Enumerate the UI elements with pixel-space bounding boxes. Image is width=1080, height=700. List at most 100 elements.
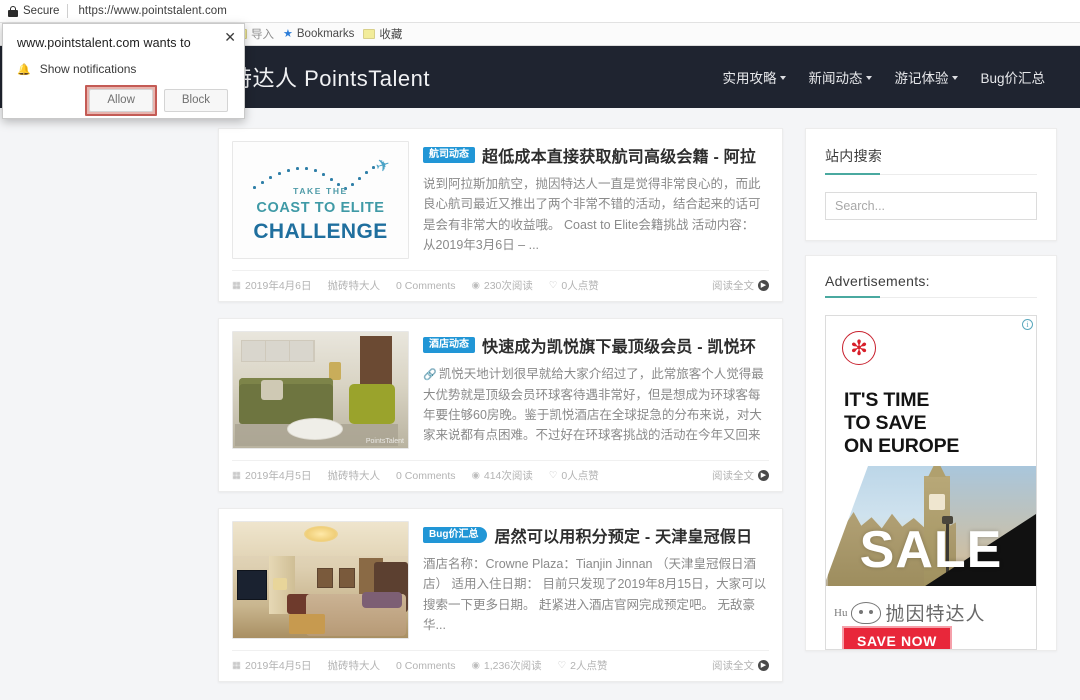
meta-views-label: 1,236次阅读 bbox=[483, 660, 542, 672]
bookmark-item-favorites[interactable]: 收藏 bbox=[363, 26, 402, 42]
meta-comments-label: 0 Comments bbox=[396, 469, 456, 482]
eye-icon: ◉ bbox=[471, 279, 480, 291]
url-text[interactable]: https://www.pointstalent.com bbox=[78, 5, 227, 17]
meta-views: ◉ 414次阅读 bbox=[472, 468, 533, 483]
read-more-link[interactable]: 阅读全文 ▶ bbox=[712, 468, 769, 483]
nav-item-bug-fares[interactable]: Bug价汇总 bbox=[980, 67, 1045, 87]
popup-actions: Allow Block bbox=[17, 85, 230, 116]
nav-item-practical-guides[interactable]: 实用攻略 bbox=[722, 67, 787, 87]
meta-date-label: 2019年4月6日 bbox=[244, 280, 312, 292]
lock-icon bbox=[8, 5, 18, 17]
article-main: ✈ TAKE THE COAST TO ELITE CHALLENGE 航司动态… bbox=[232, 141, 769, 259]
search-input[interactable] bbox=[825, 192, 1037, 220]
cushion-decor bbox=[261, 380, 283, 400]
meta-date-label: 2019年4月5日 bbox=[244, 660, 312, 672]
read-more-label: 阅读全文 bbox=[712, 470, 754, 482]
browser-address-bar[interactable]: Secure https://www.pointstalent.com bbox=[0, 0, 1080, 23]
chevron-down-icon bbox=[780, 76, 787, 80]
article-thumbnail[interactable]: PointsTalent bbox=[232, 331, 409, 449]
ad-sale-text: SALE bbox=[859, 521, 1003, 579]
article-excerpt: 🔗 凯悦天地计划很早就给大家介绍过了，此常旅客个人觉得最大优势就是顶级会员环球客待… bbox=[423, 364, 769, 446]
save-now-button[interactable]: SAVE NOW bbox=[842, 626, 952, 649]
category-badge[interactable]: Bug价汇总 bbox=[423, 527, 488, 543]
ad-headline-line2: TO SAVE bbox=[844, 411, 927, 434]
thumbnail-line1: TAKE THE bbox=[293, 186, 348, 196]
category-badge[interactable]: 酒店动态 bbox=[423, 337, 475, 353]
popup-heading: www.pointstalent.com wants to bbox=[17, 36, 191, 50]
bookmark-label: Bookmarks bbox=[296, 28, 355, 40]
bookmark-item-bookmarks[interactable]: ★ Bookmarks bbox=[283, 28, 354, 40]
meta-likes-label: 2人点赞 bbox=[570, 660, 608, 672]
close-icon[interactable]: ✕ bbox=[224, 30, 236, 44]
nav-item-label: Bug价汇总 bbox=[980, 71, 1045, 86]
framed-art-decor bbox=[339, 568, 355, 588]
arrow-right-icon: ▶ bbox=[758, 280, 769, 291]
meta-date: ▦ 2019年4月5日 bbox=[232, 658, 312, 673]
meta-likes[interactable]: ♡ 0人点赞 bbox=[549, 468, 599, 483]
meta-author[interactable]: 抛砖特大人 bbox=[328, 468, 381, 483]
meta-author[interactable]: 抛砖特大人 bbox=[328, 278, 381, 293]
meta-comments[interactable]: 0 Comments bbox=[396, 470, 456, 482]
article-card[interactable]: ✈ TAKE THE COAST TO ELITE CHALLENGE 航司动态… bbox=[218, 128, 783, 302]
meta-author-label: 抛砖特大人 bbox=[327, 660, 381, 672]
meta-comments[interactable]: 0 Comments bbox=[396, 660, 456, 672]
arrow-right-icon: ▶ bbox=[758, 470, 769, 481]
widget-title: Advertisements: bbox=[825, 273, 1037, 298]
nav-item-label: 新闻动态 bbox=[808, 71, 863, 86]
security-status-label: Secure bbox=[23, 5, 60, 17]
bench-decor bbox=[289, 614, 325, 634]
thumbs-up-icon: ♡ bbox=[557, 659, 567, 671]
lamp-decor bbox=[273, 578, 287, 590]
chevron-down-icon bbox=[952, 76, 959, 80]
meta-author-label: 抛砖特大人 bbox=[327, 470, 381, 482]
eye-icon: ◉ bbox=[471, 469, 480, 481]
article-text: Bug价汇总 居然可以用积分预定 - 天津皇冠假日 酒店名称：Crowne Pl… bbox=[423, 521, 769, 639]
meta-date-label: 2019年4月5日 bbox=[244, 470, 312, 482]
calendar-icon: ▦ bbox=[232, 469, 241, 481]
nav-item-travel-reports[interactable]: 游记体验 bbox=[894, 67, 959, 87]
article-thumbnail[interactable]: ✈ TAKE THE COAST TO ELITE CHALLENGE bbox=[232, 141, 409, 259]
info-icon[interactable]: i bbox=[1022, 319, 1033, 330]
meta-likes[interactable]: ♡ 0人点赞 bbox=[549, 278, 599, 293]
thumbnail-line3: CHALLENGE bbox=[253, 220, 388, 243]
widget-title: 站内搜索 bbox=[825, 146, 1037, 175]
meta-views: ◉ 1,236次阅读 bbox=[472, 658, 542, 673]
watermark-text: 抛因特达人 bbox=[885, 604, 986, 625]
thumbs-up-icon: ♡ bbox=[548, 469, 558, 481]
ad-headline-line1: IT'S TIME bbox=[844, 389, 930, 411]
article-thumbnail[interactable] bbox=[232, 521, 409, 639]
article-card[interactable]: PointsTalent 酒店动态 快速成为凯悦旗下最顶级会员 - 凯悦环 🔗 凯… bbox=[218, 318, 783, 492]
meta-comments[interactable]: 0 Comments bbox=[396, 280, 456, 292]
maple-leaf-glyph: ✻ bbox=[850, 336, 868, 360]
framed-art-decor bbox=[317, 568, 333, 588]
nav-item-label: 实用攻略 bbox=[722, 71, 777, 86]
coffee-table-decor bbox=[287, 418, 343, 440]
armchair-decor bbox=[349, 384, 395, 424]
article-meta: ▦ 2019年4月5日 抛砖特大人 0 Comments ◉ 1,236次阅读 … bbox=[232, 650, 769, 681]
meta-comments-label: 0 Comments bbox=[396, 659, 456, 672]
article-title[interactable]: 超低成本直接获取航司高级会籍 - 阿拉 bbox=[482, 143, 756, 167]
main-navigation: 实用攻略 新闻动态 游记体验 Bug价汇总 bbox=[722, 67, 1045, 87]
meta-author[interactable]: 抛砖特大人 bbox=[328, 658, 381, 673]
chevron-down-icon bbox=[866, 76, 873, 80]
nav-item-news[interactable]: 新闻动态 bbox=[808, 67, 873, 87]
article-title[interactable]: 居然可以用积分预定 - 天津皇冠假日 bbox=[494, 523, 752, 547]
block-button[interactable]: Block bbox=[163, 89, 228, 112]
article-title-row: 酒店动态 快速成为凯悦旗下最顶级会员 - 凯悦环 bbox=[423, 333, 769, 357]
calendar-icon: ▦ bbox=[232, 279, 241, 291]
bookmark-label: 收藏 bbox=[379, 29, 403, 41]
sofa-decor bbox=[239, 378, 333, 424]
meta-likes[interactable]: ♡ 2人点赞 bbox=[558, 658, 608, 673]
allow-button[interactable]: Allow bbox=[89, 89, 153, 112]
article-card[interactable]: Bug价汇总 居然可以用积分预定 - 天津皇冠假日 酒店名称：Crowne Pl… bbox=[218, 508, 783, 682]
read-more-link[interactable]: 阅读全文 ▶ bbox=[712, 278, 769, 293]
read-more-link[interactable]: 阅读全文 ▶ bbox=[712, 658, 769, 673]
article-title[interactable]: 快速成为凯悦旗下最顶级会员 - 凯悦环 bbox=[482, 333, 756, 357]
meta-views-label: 414次阅读 bbox=[483, 470, 533, 482]
article-main: Bug价汇总 居然可以用积分预定 - 天津皇冠假日 酒店名称：Crowne Pl… bbox=[232, 521, 769, 639]
meta-author-label: 抛砖特大人 bbox=[327, 280, 381, 292]
sidebar: 站内搜索 Advertisements: i ✻ IT'S TIME TO SA… bbox=[805, 128, 1057, 700]
advertisement-banner[interactable]: i ✻ IT'S TIME TO SAVE ON EUROPE SALE SAV… bbox=[825, 315, 1037, 650]
search-widget: 站内搜索 bbox=[805, 128, 1057, 241]
category-badge[interactable]: 航司动态 bbox=[423, 147, 475, 163]
